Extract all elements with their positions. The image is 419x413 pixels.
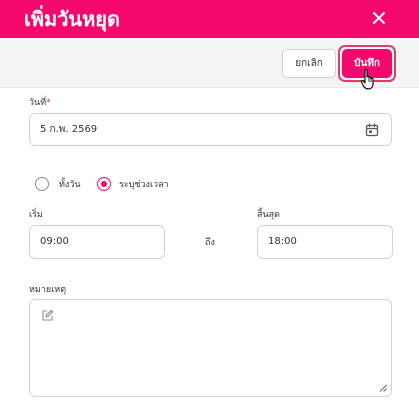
required-mark: * <box>46 98 51 108</box>
close-button[interactable] <box>368 7 390 29</box>
cancel-button[interactable]: ยกเลิก <box>282 49 336 78</box>
note-textarea[interactable] <box>29 299 392 397</box>
calendar-icon[interactable] <box>365 123 379 137</box>
start-time-label: เริ่ม <box>29 210 43 220</box>
radio-all-day[interactable] <box>35 177 49 191</box>
radio-all-day-label[interactable]: ทั้งวัน <box>59 179 81 191</box>
note-label: หมายเหตุ <box>29 285 67 295</box>
date-label-text: วันที่ <box>29 98 47 108</box>
date-label: วันที่* <box>29 97 51 109</box>
radio-specify-time-label[interactable]: ระบุช่วงเวลา <box>119 179 169 191</box>
resize-handle-icon[interactable] <box>379 384 387 392</box>
dialog-title: เพิ่มวันหยุด <box>24 7 120 31</box>
hand-cursor-icon <box>360 69 374 90</box>
end-time-input[interactable]: 18:00 <box>257 225 393 259</box>
dialog-header: เพิ่มวันหยุด <box>0 0 419 38</box>
date-value: 5 ก.พ. 2569 <box>40 124 98 135</box>
start-time-input[interactable]: 09:00 <box>29 225 165 259</box>
date-input[interactable]: 5 ก.พ. 2569 <box>29 113 392 146</box>
end-time-value: 18:00 <box>268 236 297 247</box>
end-time-label: สิ้นสุด <box>257 210 280 220</box>
start-time-value: 09:00 <box>40 236 69 247</box>
time-separator: ถึง <box>205 238 215 248</box>
close-icon <box>373 12 385 24</box>
radio-specify-time[interactable] <box>97 177 111 191</box>
action-toolbar: ยกเลิก บันทึก <box>0 38 419 88</box>
edit-icon <box>42 309 54 321</box>
